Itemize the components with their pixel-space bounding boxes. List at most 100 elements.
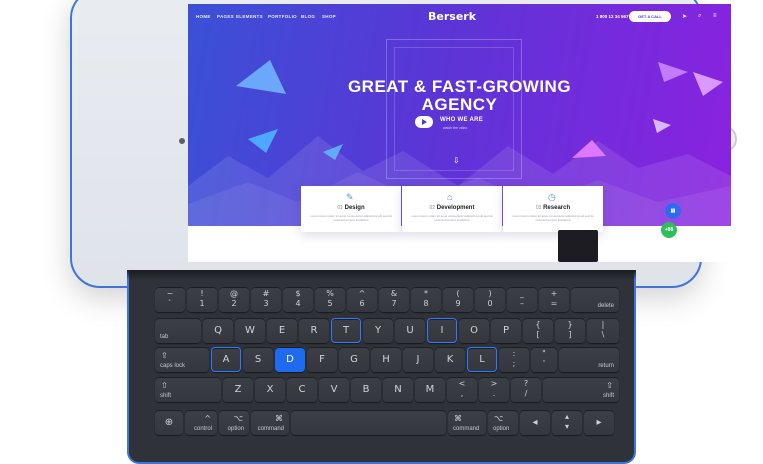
who-we-are-label[interactable]: WHO WE ARE [440,117,483,123]
menu-icon[interactable]: ≡ [713,13,717,19]
nav-link-shop[interactable]: SHOP [322,14,336,19]
key-u[interactable]: U [395,318,425,343]
key-backtick[interactable]: ~ ` [155,287,185,312]
key-space[interactable] [291,410,446,435]
key-minus[interactable]: _ – [507,287,537,312]
nav-link-home[interactable]: HOME [196,14,211,19]
key-tab[interactable]: tab [155,318,201,343]
key-a[interactable]: A [211,347,241,372]
key-globe[interactable]: ⊕ [155,410,183,435]
service-card-design[interactable]: ✎ 01 Design Lorem ipsum dolor sit amet c… [301,186,401,232]
key-c[interactable]: C [287,377,317,402]
service-title: 03 Research [535,205,571,211]
key-n[interactable]: N [383,377,413,402]
key-backslash[interactable]: | \ [587,318,619,343]
tablet-screen: HOME PAGES ELEMENTS PORTFOLIO BLOG SHOP … [188,4,731,262]
key-slash[interactable]: ? / [511,377,541,402]
key-3[interactable]: #3 [251,287,281,312]
key-q[interactable]: Q [203,318,233,343]
nav-link-blog[interactable]: BLOG [301,14,315,19]
design-icon: ✎ [346,192,354,202]
key-semicolon[interactable]: :; [499,347,529,372]
service-description: Lorem ipsum dolor sit amet consectetur a… [512,214,594,222]
service-description: Lorem ipsum dolor sit amet consectetur a… [411,214,493,222]
key-2[interactable]: @2 [219,287,249,312]
key-0[interactable]: ) 0 [475,287,505,312]
globe-icon: ⊕ [164,417,174,428]
key-comma[interactable]: <, [447,377,477,402]
key-arrow-right[interactable]: ▸ [584,410,614,435]
key-shift-right[interactable]: ⇧ shift [543,377,619,402]
key-9[interactable]: (9 [443,287,473,312]
nav-link-portfolio[interactable]: PORTFOLIO [268,14,297,19]
arrow-down-icon: ▾ [564,422,569,431]
key-x[interactable]: X [255,377,285,402]
service-title: 01 Design [337,205,365,211]
key-t[interactable]: T [331,318,361,343]
key-8[interactable]: * 8 [411,287,441,312]
nav-link-elements[interactable]: ELEMENTS [236,14,263,19]
key-option-left[interactable]: ⌥ option [219,410,249,435]
service-card-research[interactable]: ◷ 03 Research Lorem ipsum dolor sit amet… [503,186,603,232]
key-j[interactable]: J [403,347,433,372]
key-b[interactable]: B [351,377,381,402]
scroll-down-icon[interactable]: ⇩ [453,156,460,165]
hero-headline-line1: GREAT & FAST-GROWING [347,77,572,96]
key-p[interactable]: P [491,318,521,343]
code-icon: ⌂ [447,192,453,202]
key-return[interactable]: return [559,347,619,372]
key-command-left[interactable]: ⌘ command [251,410,289,435]
cart-fab-button[interactable]: ▤ [665,203,681,219]
key-f[interactable]: F [307,347,337,372]
key-control[interactable]: ^ control [185,410,217,435]
key-arrow-up-down[interactable]: ▴ ▾ [552,410,582,435]
key-6[interactable]: ^ 6 [347,287,377,312]
key-option-right[interactable]: ⌥ option [488,410,518,435]
site-logo[interactable]: Berserk [428,10,476,23]
key-d-pressed[interactable]: D [275,347,305,372]
key-w[interactable]: W [235,318,265,343]
key-s[interactable]: S [243,347,273,372]
key-caps-lock[interactable]: ⇪ caps lock [155,347,209,372]
key-y[interactable]: Y [363,318,393,343]
key-k[interactable]: K [435,347,465,372]
key-h[interactable]: H [371,347,401,372]
key-right-bracket[interactable]: }] [555,318,585,343]
triangle-decoration [653,119,671,133]
key-z[interactable]: Z [223,377,253,402]
play-video-button[interactable] [415,116,433,128]
badge-fab-button[interactable]: +88 [661,222,677,238]
arrow-left-icon: ◂ [532,417,538,428]
key-command-right[interactable]: ⌘ command [448,410,486,435]
key-shift-left[interactable]: ⇧ shift [155,377,221,402]
key-7[interactable]: & 7 [379,287,409,312]
key-r[interactable]: R [299,318,329,343]
key-equals[interactable]: + = [539,287,569,312]
keyboard-fold-shadow [127,270,636,280]
get-a-call-button[interactable]: GET A CALL [629,11,671,22]
triangle-decoration [248,129,278,153]
key-v[interactable]: V [319,377,349,402]
key-1[interactable]: ! 1 [187,287,217,312]
key-g[interactable]: G [339,347,369,372]
shift-icon: ⇧ [161,381,168,390]
service-card-development[interactable]: ⌂ 02 Development Lorem ipsum dolor sit a… [402,186,502,232]
key-m[interactable]: M [415,377,445,402]
key-4[interactable]: $4 [283,287,313,312]
nav-link-pages[interactable]: PAGES [217,14,234,19]
key-arrow-left[interactable]: ◂ [520,410,550,435]
search-icon[interactable]: ⌕ [698,13,701,20]
key-e[interactable]: E [267,318,297,343]
key-l[interactable]: L [467,347,497,372]
key-o[interactable]: O [459,318,489,343]
key-delete[interactable]: delete [571,287,619,312]
key-left-bracket[interactable]: {[ [523,318,553,343]
send-icon[interactable]: ➤ [682,13,687,20]
key-quote[interactable]: " ' [531,347,557,372]
key-5[interactable]: % 5 [315,287,345,312]
key-i[interactable]: I [427,318,457,343]
key-period[interactable]: >. [479,377,509,402]
service-description: Lorem ipsum dolor sit amet consectetur a… [310,214,392,222]
phone-number: 1 800 12 34 567 [596,14,629,19]
option-icon: ⌥ [233,414,243,423]
